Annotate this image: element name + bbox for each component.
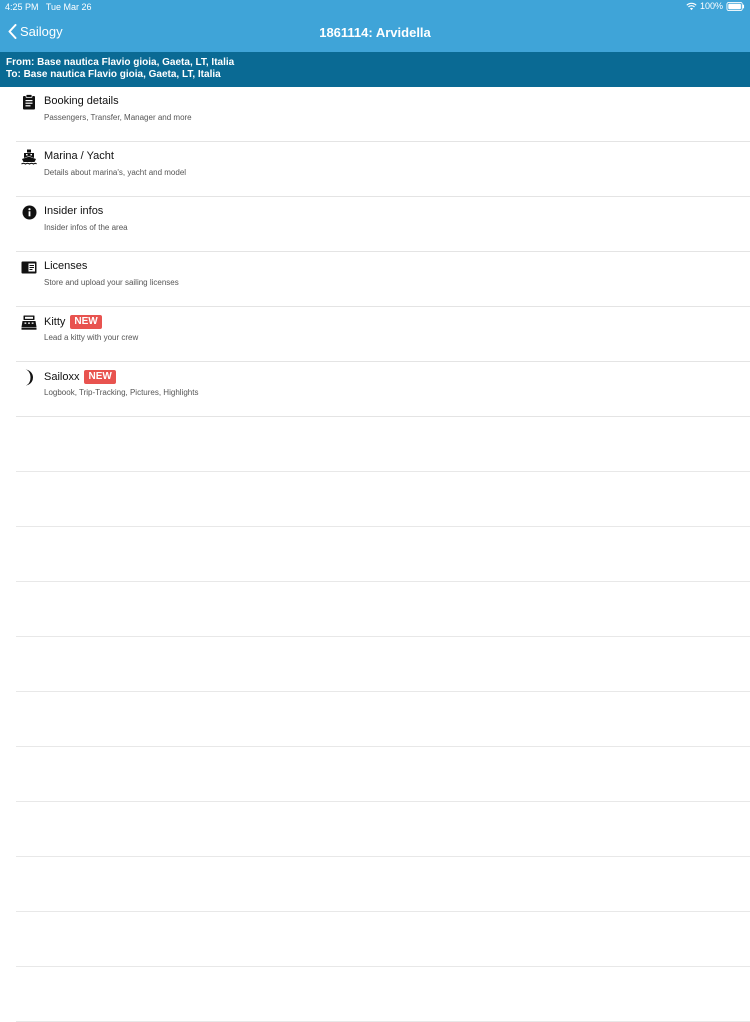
info-icon: [21, 204, 37, 220]
route-from: From: Base nautica Flavio gioia, Gaeta, …: [6, 57, 235, 68]
menu-item-kitty[interactable]: Kitty NEW Lead a kitty with your crew: [0, 307, 750, 362]
menu-item-title: Kitty: [44, 316, 66, 328]
empty-row: [0, 912, 750, 967]
ferry-icon: [21, 149, 37, 165]
battery-icon: [726, 1, 745, 11]
new-badge: NEW: [70, 315, 102, 329]
empty-row: [0, 472, 750, 527]
empty-row: [0, 747, 750, 802]
menu-item-title: Marina / Yacht: [44, 150, 114, 162]
status-date: Tue Mar 26: [45, 2, 92, 12]
status-time-date: 4:25 PM Tue Mar 26: [5, 2, 92, 12]
empty-row: [0, 417, 750, 472]
menu-item-title: Licenses: [44, 260, 88, 272]
menu-item-subtitle: Insider infos of the area: [44, 223, 128, 232]
menu-item-subtitle: Logbook, Trip-Tracking, Pictures, Highli…: [44, 388, 199, 397]
clipboard-icon: [21, 94, 37, 110]
page-title: 1861114: Arvidella: [319, 25, 431, 40]
menu-item-licenses[interactable]: Licenses Store and upload your sailing l…: [0, 252, 750, 307]
wifi-icon: [686, 2, 697, 10]
status-bar: 4:25 PM Tue Mar 26 100%: [0, 0, 750, 14]
empty-row: [0, 967, 750, 1022]
menu-item-insider-infos[interactable]: Insider infos Insider infos of the area: [0, 197, 750, 252]
menu-item-title: Booking details: [44, 95, 119, 107]
menu-item-sailoxx[interactable]: Sailoxx NEW Logbook, Trip-Tracking, Pict…: [0, 362, 750, 417]
empty-row: [0, 637, 750, 692]
empty-row: [0, 582, 750, 637]
moon-icon: [21, 369, 37, 385]
menu-item-subtitle: Details about marina's, yacht and model: [44, 168, 187, 177]
navigation-bar: Sailogy 1861114: Arvidella: [0, 14, 750, 52]
menu-item-booking-details[interactable]: Booking details Passengers, Transfer, Ma…: [0, 87, 750, 142]
cash-register-icon: [21, 314, 37, 330]
empty-row: [0, 802, 750, 857]
status-right: 100%: [686, 1, 745, 11]
menu-item-subtitle: Store and upload your sailing licenses: [44, 278, 179, 287]
menu-item-marina-yacht[interactable]: Marina / Yacht Details about marina's, y…: [0, 142, 750, 197]
license-card-icon: [21, 259, 37, 275]
menu-item-title: Insider infos: [44, 205, 104, 217]
battery-percent: 100%: [699, 1, 723, 11]
route-to: To: Base nautica Flavio gioia, Gaeta, LT…: [6, 69, 221, 80]
menu-item-subtitle: Lead a kitty with your crew: [44, 333, 139, 342]
menu-item-title: Sailoxx: [44, 371, 80, 383]
menu-list: Booking details Passengers, Transfer, Ma…: [0, 87, 750, 1022]
empty-row: [0, 692, 750, 747]
route-banner: From: Base nautica Flavio gioia, Gaeta, …: [0, 52, 750, 87]
status-time: 4:25 PM: [5, 2, 39, 12]
menu-item-subtitle: Passengers, Transfer, Manager and more: [44, 113, 192, 122]
new-badge: NEW: [84, 370, 116, 384]
empty-row: [0, 857, 750, 912]
empty-row: [0, 527, 750, 582]
